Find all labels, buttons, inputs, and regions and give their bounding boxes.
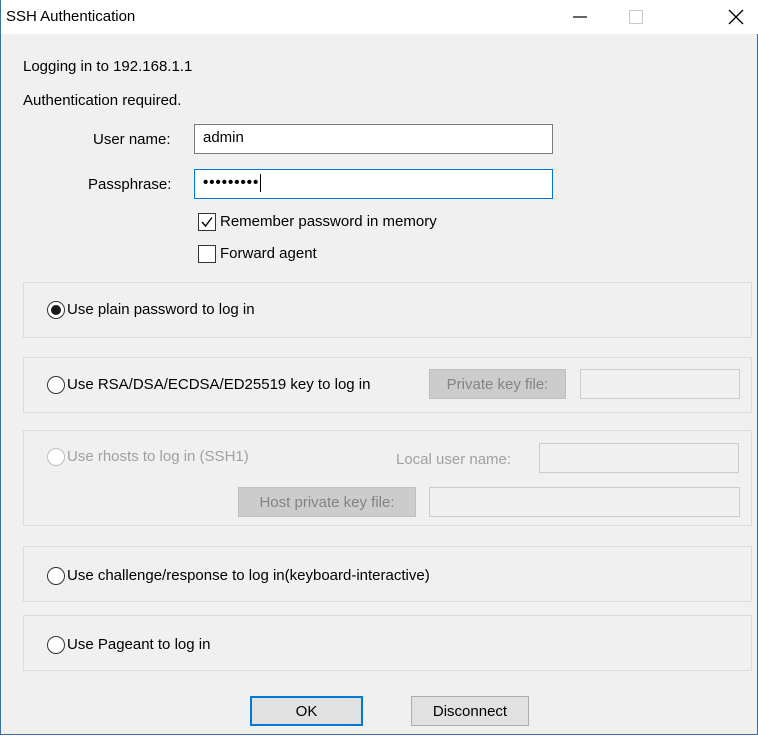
challenge-response-group: Use challenge/response to log in(keyboar… — [23, 546, 752, 602]
host-private-key-file-button[interactable]: Host private key file: — [238, 487, 416, 517]
disconnect-button[interactable]: Disconnect — [411, 696, 529, 726]
forward-agent-checkbox[interactable] — [198, 245, 216, 263]
pageant-group: Use Pageant to log in — [23, 615, 752, 671]
private-key-file-button[interactable]: Private key file: — [429, 369, 566, 399]
remember-password-label: Remember password in memory — [220, 213, 437, 230]
maximize-icon — [629, 10, 643, 24]
text-cursor — [260, 174, 262, 193]
username-value: admin — [203, 129, 244, 146]
username-label: User name: — [93, 131, 171, 148]
minimize-button[interactable] — [557, 0, 603, 34]
checkmark-icon — [201, 217, 213, 228]
forward-agent-label: Forward agent — [220, 245, 317, 262]
radio-dot — [51, 305, 61, 315]
ok-button[interactable]: OK — [250, 696, 363, 726]
local-user-name-label: Local user name: — [396, 451, 512, 468]
challenge-response-radio[interactable] — [47, 567, 65, 585]
local-user-name-field[interactable] — [539, 443, 739, 473]
rhosts-label: Use rhosts to log in (SSH1) — [67, 448, 249, 465]
plain-password-label: Use plain password to log in — [67, 301, 255, 318]
challenge-response-label: Use challenge/response to log in(keyboar… — [67, 567, 430, 584]
rsa-key-label: Use RSA/DSA/ECDSA/ED25519 key to log in — [67, 376, 371, 393]
close-icon — [728, 9, 744, 25]
ssh-auth-dialog: SSH Authentication Logging in to 192.168… — [0, 0, 758, 735]
rhosts-radio[interactable] — [47, 448, 65, 466]
rsa-key-radio[interactable] — [47, 376, 65, 394]
pageant-radio[interactable] — [47, 636, 65, 654]
logging-in-text: Logging in to 192.168.1.1 — [23, 58, 193, 75]
plain-password-group: Use plain password to log in — [23, 282, 752, 338]
pageant-label: Use Pageant to log in — [67, 636, 211, 653]
title-bar: SSH Authentication — [1, 0, 758, 34]
rhosts-group: Use rhosts to log in (SSH1) Local user n… — [23, 430, 752, 526]
close-button[interactable] — [713, 0, 758, 34]
plain-password-radio[interactable] — [47, 301, 65, 319]
minimize-icon — [573, 16, 587, 18]
host-private-key-file-field[interactable] — [429, 487, 740, 517]
remember-password-checkbox[interactable] — [198, 213, 216, 231]
window-title: SSH Authentication — [6, 8, 136, 25]
auth-required-text: Authentication required. — [23, 92, 182, 109]
private-key-file-field[interactable] — [580, 369, 740, 399]
passphrase-value: ••••••••• — [203, 174, 260, 191]
passphrase-label: Passphrase: — [88, 176, 172, 193]
rsa-key-group: Use RSA/DSA/ECDSA/ED25519 key to log in … — [23, 357, 752, 413]
maximize-button[interactable] — [613, 0, 659, 34]
username-field[interactable]: admin — [194, 124, 553, 154]
passphrase-field[interactable]: ••••••••• — [194, 169, 553, 199]
